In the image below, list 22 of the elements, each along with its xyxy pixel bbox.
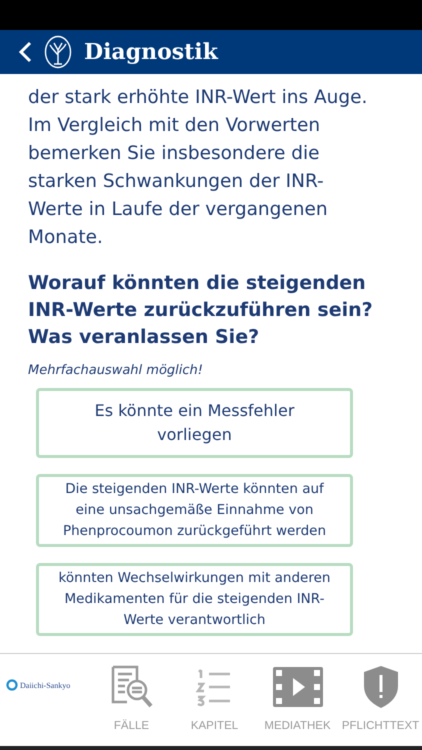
case-text-line: Im Vergleich mit den Vorwerten [28,114,322,138]
case-text-line: bemerken Sie insbesondere die [28,142,320,166]
case-text-line: starken Schwankungen der INR- [28,170,325,194]
case-text-line: Werte in Laufe der vergangenen [28,198,329,222]
brand-logo-icon [6,679,18,691]
chevron-left-icon [18,41,32,63]
tab-bar-item[interactable]: MEDIATHEK [256,654,339,746]
answer-option[interactable]: Es könnte ein Messfehler vorliegen [36,388,353,458]
hint-text: Mehrfachauswahl möglich! [28,363,204,378]
screen-title: Diagnostik [84,39,218,65]
answer-option[interactable]: könnten Wechselwirkungen mit anderen Medikamenten für die steigenden INR-Werte verantwortlich [36,563,353,636]
tree-logo-icon [44,35,72,69]
tab-bar-item[interactable]: KAPITEL [173,654,256,746]
back-button[interactable] [18,41,32,63]
answer-option[interactable]: Die steigenden INR-Werte könnten auf eine unsachgemäße Einnahme von Phenprocoumon zurückgeführt werden [36,474,353,547]
case-text-line: der stark erhöhte INR-Wert ins Auge. [28,86,368,110]
tab-bar-item[interactable]: PFLICHTTEXT [339,654,422,746]
brand-name: Daiichi-Sankyo [20,680,70,690]
question-text: Worauf könnten die steigenden INR-Werte zurückzuführen sein? Was veranlassen Sie? [28,271,374,350]
film-play-icon [272,664,324,710]
tab-bar-item[interactable]: FÄLLE [90,654,173,746]
case-text-line: Monate. [28,226,104,250]
